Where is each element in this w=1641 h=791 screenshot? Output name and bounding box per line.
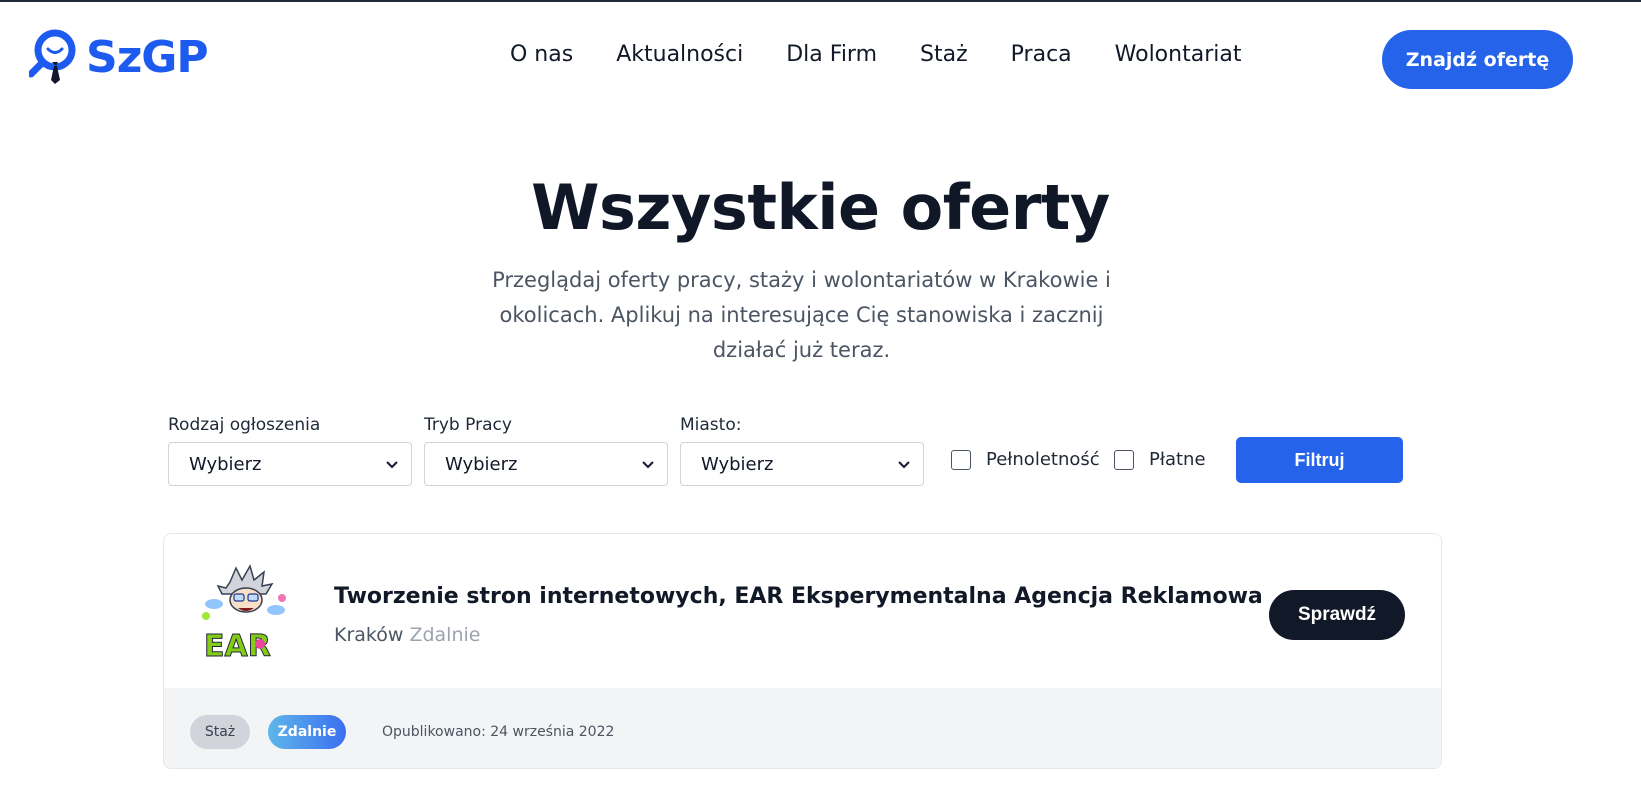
offer-city: Kraków (334, 624, 404, 646)
nav-wolontariat[interactable]: Wolontariat (1115, 40, 1242, 70)
nav-dla-firm[interactable]: Dla Firm (786, 40, 877, 70)
tag-staz: Staż (190, 715, 250, 749)
tag-zdalnie: Zdalnie (268, 715, 346, 749)
offer-card-footer (164, 688, 1441, 768)
mode-select[interactable]: Wybierz (424, 442, 668, 486)
main-nav: O nas Aktualności Dla Firm Staż Praca Wo… (510, 40, 1241, 70)
filter-button[interactable]: Filtruj (1236, 437, 1403, 483)
nav-staz[interactable]: Staż (920, 40, 968, 70)
chevron-down-icon (386, 461, 398, 469)
mode-filter-label: Tryb Pracy (424, 415, 512, 435)
nav-o-nas[interactable]: O nas (510, 40, 573, 70)
chevron-down-icon (642, 461, 654, 469)
company-logo[interactable]: EAR (192, 564, 290, 668)
find-offer-button[interactable]: Znajdź ofertę (1382, 30, 1573, 89)
nav-praca[interactable]: Praca (1011, 40, 1072, 70)
magnifier-tie-icon (29, 29, 76, 84)
page-subtitle: Przeglądaj oferty pracy, staży i wolonta… (492, 268, 1111, 362)
adult-checkbox[interactable] (951, 450, 971, 470)
site-logo[interactable]: SzGP (29, 28, 219, 90)
nav-aktualnosci[interactable]: Aktualności (616, 40, 743, 70)
city-select-value: Wybierz (701, 453, 774, 475)
offer-title[interactable]: Tworzenie stron internetowych, EAR Ekspe… (334, 582, 1263, 612)
paid-checkbox[interactable] (1114, 450, 1134, 470)
check-offer-button[interactable]: Sprawdź (1269, 590, 1405, 640)
mode-select-value: Wybierz (445, 453, 518, 475)
chevron-down-icon (898, 461, 910, 469)
offer-mode: Zdalnie (409, 624, 481, 646)
logo-text: SzGP (86, 32, 209, 83)
offer-card: EAR Tworzenie stron internetowych, EAR E… (163, 533, 1442, 769)
city-filter-label: Miasto: (680, 415, 742, 435)
published-date: Opublikowano: 24 września 2022 (382, 724, 615, 740)
city-select[interactable]: Wybierz (680, 442, 924, 486)
top-border (0, 0, 1641, 2)
adult-checkbox-label: Pełnoletność (986, 449, 1100, 470)
page-title: Wszystkie oferty (531, 171, 1110, 244)
paid-checkbox-label: Płatne (1149, 449, 1206, 470)
type-select-value: Wybierz (189, 453, 262, 475)
type-filter-label: Rodzaj ogłoszenia (168, 415, 321, 435)
offer-meta: Kraków Zdalnie (334, 622, 480, 648)
type-select[interactable]: Wybierz (168, 442, 412, 486)
